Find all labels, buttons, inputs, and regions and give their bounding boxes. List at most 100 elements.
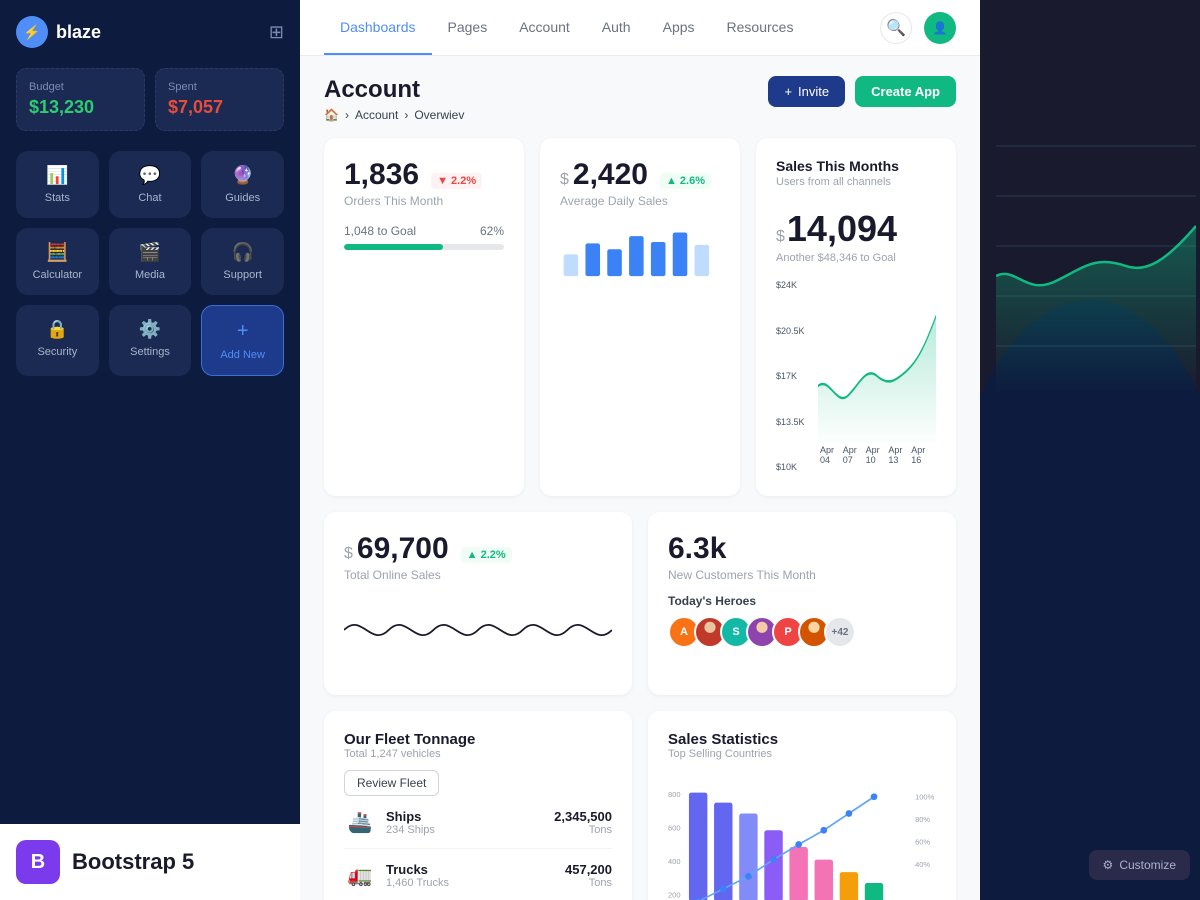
svg-text:800: 800: [668, 790, 681, 799]
spent-label: Spent: [168, 81, 271, 93]
sidebar-label-media: Media: [135, 269, 165, 281]
svg-text:80%: 80%: [915, 815, 930, 824]
orders-card: 1,836 ▼ 2.2% Orders This Month 1,048 to …: [324, 138, 524, 496]
breadcrumb-account: Account: [355, 108, 398, 122]
bootstrap-logo: B: [16, 840, 60, 884]
sidebar-item-guides[interactable]: Guides: [201, 151, 284, 218]
user-avatar[interactable]: 👤: [924, 12, 956, 44]
sidebar-item-stats[interactable]: Stats: [16, 151, 99, 218]
top-nav: Dashboards Pages Account Auth Apps Resou…: [300, 0, 980, 56]
customers-card: 6.3k New Customers This Month Today's He…: [648, 512, 956, 695]
sidebar-label-security: Security: [37, 346, 77, 358]
sidebar-item-security[interactable]: Security: [16, 305, 99, 376]
progress-percent: 62%: [480, 224, 504, 238]
y-axis-label-2: $20.5K: [776, 326, 812, 336]
sales-month-card: Sales This Months Users from all channel…: [756, 138, 956, 496]
media-icon: [139, 242, 161, 263]
x-axis-label-1: Apr 04: [820, 445, 843, 465]
content-area: Account 🏠 › Account › Overwiev + Invite …: [300, 56, 980, 900]
x-axis-label-2: Apr 07: [843, 445, 866, 465]
menu-icon[interactable]: ⊞: [269, 22, 284, 43]
bottom-grid: Our Fleet Tonnage Total 1,247 vehicles R…: [324, 711, 956, 900]
sidebar-item-chat[interactable]: Chat: [109, 151, 192, 218]
sidebar: ⚡ blaze ⊞ Budget $13,230 Spent $7,057 St…: [0, 0, 300, 900]
invite-button[interactable]: + Invite: [768, 76, 845, 107]
sidebar-item-settings[interactable]: Settings: [109, 305, 192, 376]
svg-text:100%: 100%: [915, 792, 935, 801]
page-title: Account: [324, 76, 464, 104]
chat-icon: [139, 165, 161, 186]
sales-month-title: Sales This Months: [776, 158, 936, 174]
sales-month-sub: Users from all channels: [776, 176, 936, 188]
x-axis-label-5: Apr 16: [911, 445, 934, 465]
tab-auth[interactable]: Auth: [586, 1, 647, 55]
content-header: Account 🏠 › Account › Overwiev + Invite …: [324, 76, 956, 122]
right-panel: ⚙ Customize: [980, 0, 1200, 900]
avatar-more: +42: [824, 616, 856, 648]
tab-apps[interactable]: Apps: [647, 1, 711, 55]
top-right: 🔍 👤: [880, 12, 956, 44]
trucks-icon: 🚛: [344, 859, 376, 891]
daily-value: 2,420: [573, 158, 648, 192]
create-app-button[interactable]: Create App: [855, 76, 956, 107]
svg-text:40%: 40%: [915, 860, 930, 869]
sidebar-label-stats: Stats: [45, 192, 70, 204]
add-icon: [237, 320, 249, 343]
x-axis-label-3: Apr 10: [866, 445, 889, 465]
trucks-value: 457,200 Tons: [565, 862, 612, 889]
review-fleet-button[interactable]: Review Fleet: [344, 770, 439, 796]
tab-dashboards[interactable]: Dashboards: [324, 1, 432, 55]
online-label: Total Online Sales: [344, 568, 612, 582]
y-axis-label-5: $10K: [776, 462, 812, 472]
page-header-left: Account 🏠 › Account › Overwiev: [324, 76, 464, 122]
budget-card: Budget $13,230: [16, 68, 145, 131]
sidebar-label-guides: Guides: [225, 192, 260, 204]
sales-stats-card: Sales Statistics Top Selling Countries 8…: [648, 711, 956, 900]
settings-icon: [139, 319, 161, 340]
y-axis-label-1: $24K: [776, 280, 812, 290]
heroes-section: Today's Heroes A S P: [668, 594, 936, 648]
sales-month-value: 14,094: [787, 208, 897, 250]
tab-pages[interactable]: Pages: [432, 1, 504, 55]
chart-overlay: [980, 80, 1200, 417]
budget-label: Budget: [29, 81, 132, 93]
y-axis-label-4: $13.5K: [776, 417, 812, 427]
customize-button[interactable]: ⚙ Customize: [1089, 850, 1190, 880]
ships-value: 2,345,500 Tons: [554, 809, 612, 836]
security-icon: [46, 319, 68, 340]
sidebar-item-support[interactable]: Support: [201, 228, 284, 295]
online-sales-card: $ 69,700 ▲ 2.2% Total Online Sales: [324, 512, 632, 695]
fleet-title: Our Fleet Tonnage: [344, 731, 612, 748]
orders-badge: ▼ 2.2%: [431, 173, 482, 189]
spent-card: Spent $7,057: [155, 68, 284, 131]
progress-bar: [344, 244, 504, 250]
calc-icon: [46, 242, 68, 263]
spent-value: $7,057: [168, 97, 271, 118]
x-axis-label-4: Apr 13: [888, 445, 911, 465]
sidebar-item-calculator[interactable]: Calculator: [16, 228, 99, 295]
tab-account[interactable]: Account: [503, 1, 586, 55]
ships-icon: 🚢: [344, 806, 376, 838]
main-content: Dashboards Pages Account Auth Apps Resou…: [300, 0, 980, 900]
daily-label: Average Daily Sales: [560, 194, 720, 208]
fleet-card: Our Fleet Tonnage Total 1,247 vehicles R…: [324, 711, 632, 900]
ships-name: Ships: [386, 809, 435, 824]
bootstrap-text: Bootstrap 5: [72, 849, 194, 875]
plus-icon: +: [784, 84, 792, 99]
sales-goal: Another $48,346 to Goal: [776, 252, 936, 264]
sidebar-item-add-new[interactable]: Add New: [201, 305, 284, 376]
search-button[interactable]: 🔍: [880, 12, 912, 44]
sidebar-item-media[interactable]: Media: [109, 228, 192, 295]
sidebar-label-add: Add New: [220, 349, 265, 361]
sales-dollar: $: [776, 228, 785, 246]
heroes-label: Today's Heroes: [668, 594, 936, 608]
tab-resources[interactable]: Resources: [711, 1, 810, 55]
ships-count: 234 Ships: [386, 824, 435, 836]
y-axis-label-3: $17K: [776, 371, 812, 381]
daily-badge: ▲ 2.6%: [660, 173, 711, 189]
daily-sales-card: $ 2,420 ▲ 2.6% Average Daily Sales: [540, 138, 740, 496]
progress-goal-label: 1,048 to Goal: [344, 224, 416, 238]
customers-value: 6.3k: [668, 532, 936, 566]
orders-label: Orders This Month: [344, 194, 504, 208]
breadcrumb-overview: Overwiev: [414, 108, 464, 122]
